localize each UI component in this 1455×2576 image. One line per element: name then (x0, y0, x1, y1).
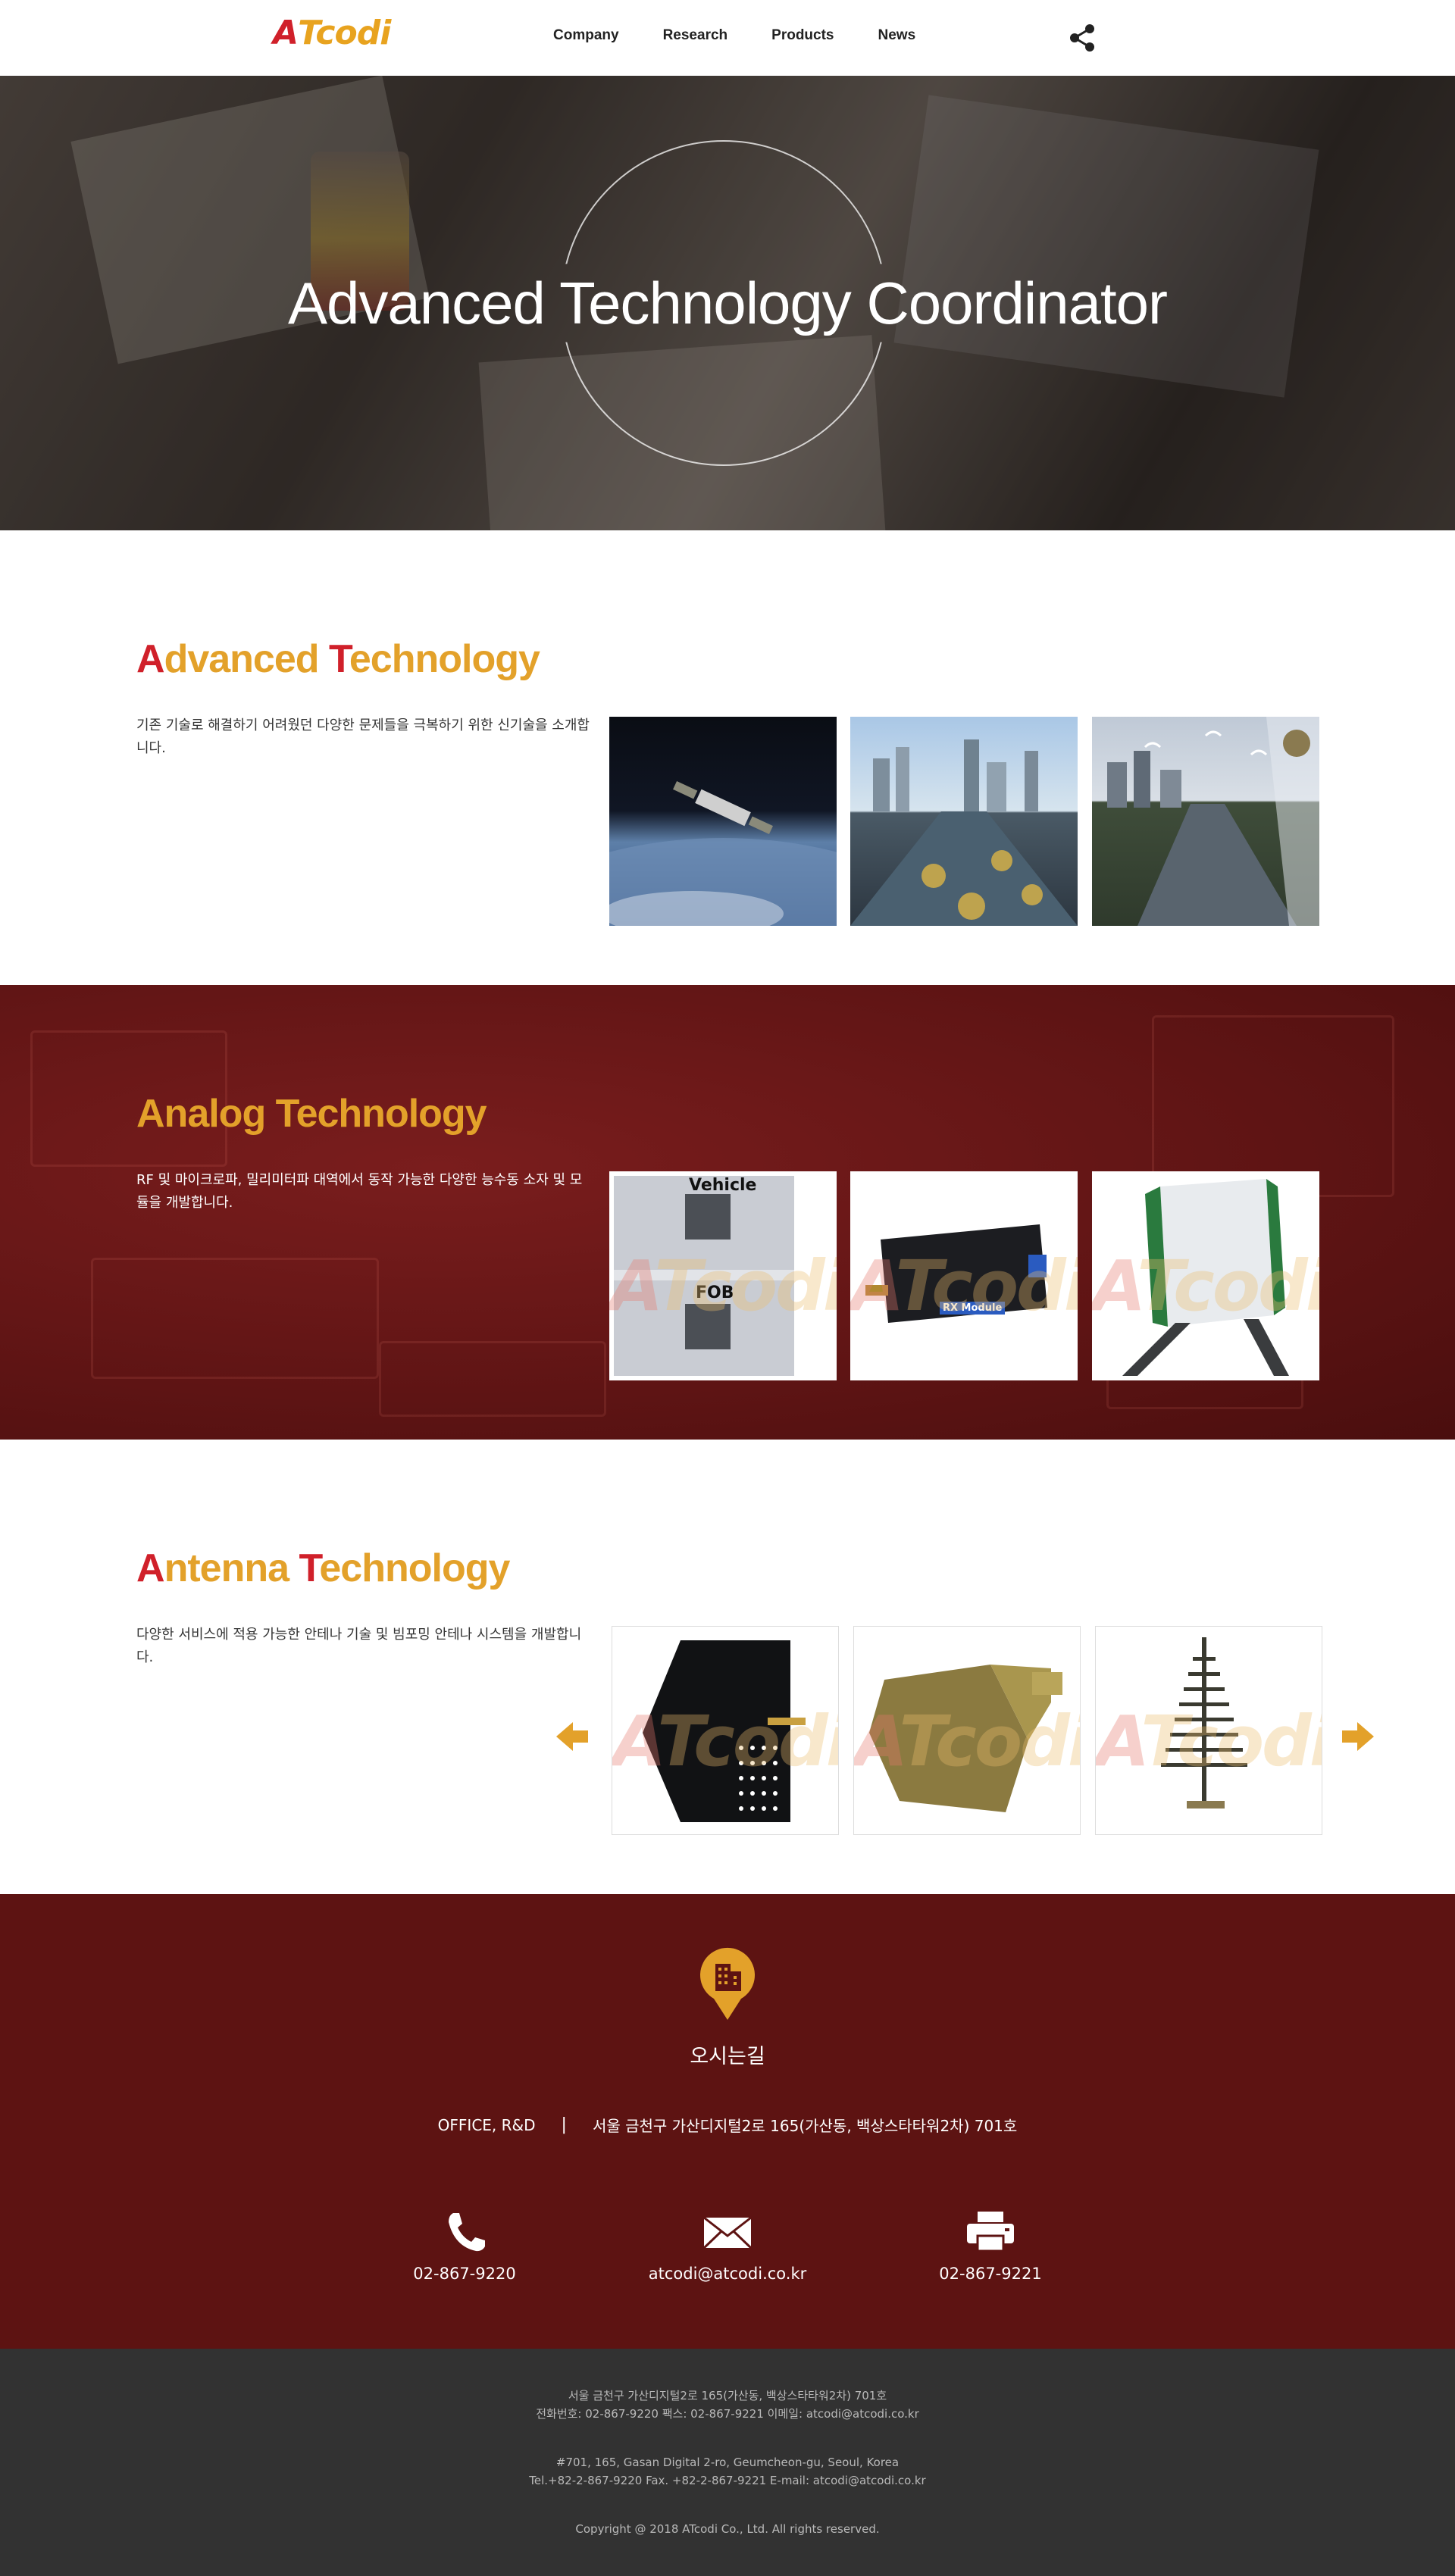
email-contact[interactable]: atcodi@atcodi.co.kr (614, 2209, 841, 2283)
atcodi-watermark: ATcodi (612, 1701, 839, 1782)
office-separator: | (561, 2115, 567, 2134)
satellite-image[interactable] (609, 717, 837, 926)
logo-letters-rest: Tcodi (298, 14, 391, 52)
fax-contact[interactable]: 02-867-9221 (877, 2209, 1104, 2283)
atcodi-watermark: ATcodi (1096, 1701, 1322, 1782)
atcodi-watermark: ATcodi (854, 1701, 1081, 1782)
email-address: atcodi@atcodi.co.kr (648, 2265, 807, 2283)
phone-contact[interactable]: 02-867-9220 (351, 2209, 578, 2283)
nav-news[interactable]: News (878, 27, 916, 44)
nav-company[interactable]: Company (553, 27, 619, 44)
atcodi-watermark: ATcodi (850, 1246, 1078, 1327)
log-periodic-antenna-image[interactable]: ATcodi (1095, 1626, 1322, 1835)
footer-kr-address: 서울 금천구 가산디지털2로 165(가산동, 백상스타타워2차) 701호 (568, 2389, 887, 2402)
vehicle-fob-module-image[interactable]: Vehicle FOB ATcodi (609, 1171, 837, 1380)
phone-number: 02-867-9220 (413, 2265, 516, 2283)
section-description: RF 및 마이크로파, 밀리미터파 대역에서 동작 가능한 다양한 능수동 소자… (136, 1172, 583, 1211)
footer-copyright: Copyright @ 2018 ATcodi Co., Ltd. All ri… (575, 2522, 880, 2536)
nav-research[interactable]: Research (663, 27, 728, 44)
rx-module-image[interactable]: RX Module ATcodi (850, 1171, 1078, 1380)
envelope-icon (702, 2216, 753, 2249)
section-title: Analog Technology (136, 1092, 487, 1136)
map-pin-building-icon (700, 1947, 755, 2020)
antenna-technology-section: Antenna Technology 다양한 서비스에 적용 가능한 안테나 기… (0, 1440, 1455, 1894)
connected-city-image[interactable] (1092, 717, 1319, 926)
fax-number: 02-867-9221 (939, 2265, 1042, 2283)
site-footer: 서울 금천구 가산디지털2로 165(가산동, 백상스타타워2차) 701호 전… (0, 2349, 1455, 2576)
section-title: Antenna Technology (136, 1546, 510, 1590)
vehicle-label: Vehicle (689, 1176, 757, 1195)
footer-en-contact: Tel.+82-2-867-9220 Fax. +82-2-867-9221 E… (529, 2474, 926, 2487)
horn-antenna-image[interactable]: ATcodi (853, 1626, 1081, 1835)
hero-banner: Advanced Technology Coordinator (0, 76, 1455, 530)
atcodi-watermark: ATcodi (1092, 1246, 1319, 1327)
footer-en-address: #701, 165, Gasan Digital 2-ro, Geumcheon… (555, 2456, 900, 2469)
atcodi-watermark: ATcodi (609, 1246, 837, 1327)
atcodi-logo[interactable]: A Tcodi (273, 14, 391, 59)
office-address: 서울 금천구 가산디지털2로 165(가산동, 백상스타타워2차) 701호 (592, 2117, 1018, 2135)
phone-icon (449, 2213, 485, 2252)
office-label: OFFICE, R&D (437, 2115, 536, 2134)
hero-title: Advanced Technology Coordinator (287, 270, 1168, 336)
carousel-prev-arrow-icon[interactable] (553, 1718, 591, 1755)
directions-title: 오시는길 (690, 2045, 765, 2068)
patch-antenna-image[interactable]: ATcodi (612, 1626, 839, 1835)
section-description: 다양한 서비스에 적용 가능한 안테나 기술 및 빔포밍 안테나 시스템을 개발… (136, 1627, 582, 1665)
section-description: 기존 기술로 해결하기 어려웠던 다양한 문제들을 극복하기 위한 신기술을 소… (136, 717, 590, 756)
nav-products[interactable]: Products (771, 27, 834, 44)
main-nav: Company Research Products News (553, 27, 959, 44)
advanced-technology-section: Advanced Technology 기존 기술로 해결하기 어려웠던 다양한… (0, 530, 1455, 985)
office-address-row: OFFICE, R&D | 서울 금천구 가산디지털2로 165(가산동, 백상… (0, 2114, 1455, 2136)
site-header: A Tcodi Company Research Products News (0, 0, 1455, 76)
carousel-next-arrow-icon[interactable] (1339, 1718, 1377, 1755)
footer-kr-contact: 전화번호: 02-867-9220 팩스: 02-867-9221 이메일: a… (536, 2407, 919, 2421)
analog-technology-section: Analog Technology RF 및 마이크로파, 밀리미터파 대역에서… (0, 985, 1455, 1440)
smart-road-image[interactable] (850, 717, 1078, 926)
antenna-module-image[interactable]: ATcodi (1092, 1171, 1319, 1380)
share-icon[interactable] (1065, 21, 1099, 55)
logo-letter-a: A (273, 14, 299, 52)
printer-icon (967, 2212, 1014, 2252)
section-title: Advanced Technology (136, 637, 540, 681)
contact-section: 오시는길 OFFICE, R&D | 서울 금천구 가산디지털2로 165(가산… (0, 1894, 1455, 2349)
